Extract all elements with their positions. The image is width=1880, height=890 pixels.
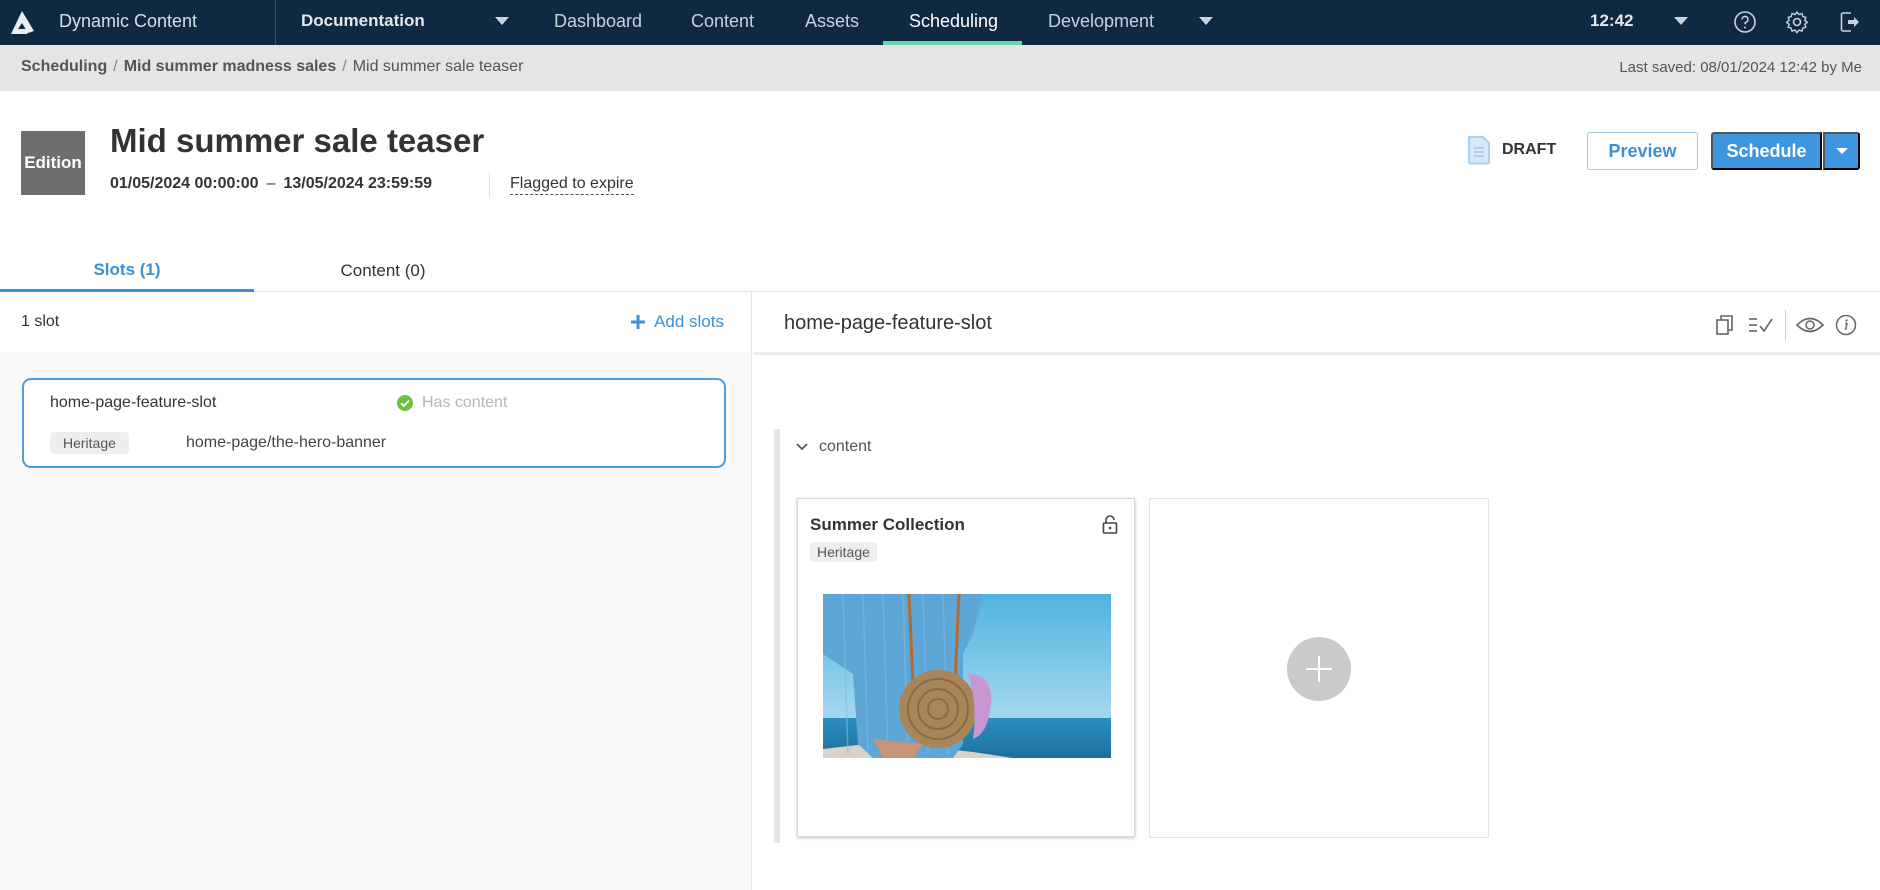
nav-more-chevron-down-icon[interactable] [1199,17,1213,25]
add-content-card[interactable] [1149,498,1489,838]
edition-badge: Edition [21,131,85,195]
slot-editor-panel: home-page-feature-slot content Summer Co… [753,292,1880,890]
slot-count: 1 slot [21,313,60,330]
edition-dates: 01/05/2024 00:00:00–13/05/2024 23:59:59 [110,175,433,192]
validate-list-icon[interactable] [1743,311,1779,339]
slot-tag: Heritage [50,432,129,454]
nav-scheduling[interactable]: Scheduling [909,11,998,32]
clock-chevron-down-icon[interactable] [1674,17,1688,25]
clock[interactable]: 12:42 [1590,11,1633,31]
slots-panel-header: 1 slot Add slots [0,292,751,352]
content-card-title: Summer Collection [810,515,965,534]
slot-editor-title: home-page-feature-slot [784,312,992,334]
nav-assets[interactable]: Assets [805,11,859,32]
logout-icon[interactable] [1836,9,1862,35]
header-divider [489,173,490,197]
tab-bar: Slots (1) Content (0) [0,250,1880,292]
content-section-bar [774,429,780,843]
breadcrumb-current: Mid summer sale teaser [352,58,524,75]
nav-content[interactable]: Content [691,11,754,32]
nav-divider [275,0,276,45]
breadcrumb-event[interactable]: Mid summer madness sales [124,58,337,75]
add-content-button[interactable] [1287,637,1351,701]
slot-name: home-page-feature-slot [50,394,217,411]
toolbar-divider [1785,310,1786,340]
slot-card[interactable]: home-page-feature-slot Has content Herit… [22,378,726,468]
breadcrumb-scheduling[interactable]: Scheduling [21,58,107,75]
draft-status: DRAFT [1466,135,1556,165]
copy-icon[interactable] [1707,311,1743,339]
content-card-image [823,594,1111,758]
last-saved: Last saved: 08/01/2024 12:42 by Me [1619,59,1862,76]
slots-panel: 1 slot Add slots home-page-feature-slot … [0,292,752,890]
document-icon [1468,136,1490,165]
start-date: 01/05/2024 00:00:00 [110,175,259,192]
top-navigation: Dynamic Content Documentation Dashboard … [0,0,1880,45]
schedule-button[interactable]: Schedule [1711,132,1822,170]
breadcrumb-bar: Scheduling / Mid summer madness sales / Mid … [0,45,1880,91]
check-circle-icon [397,395,413,411]
end-date: 13/05/2024 23:59:59 [283,175,433,192]
info-icon[interactable] [1828,311,1864,339]
chevron-down-icon [796,443,808,451]
amplience-logo-icon[interactable] [8,9,36,35]
tab-slots[interactable]: Slots (1) [0,250,254,292]
slot-editor-header: home-page-feature-slot [753,292,1880,355]
preview-eye-icon[interactable] [1792,311,1828,339]
nav-development[interactable]: Development [1048,11,1154,32]
settings-gear-icon[interactable] [1784,9,1810,35]
preview-button[interactable]: Preview [1587,132,1698,170]
app-name[interactable]: Dynamic Content [59,11,197,32]
content-card-tag: Heritage [810,542,877,562]
add-slots-button[interactable]: Add slots [630,312,724,332]
plus-icon [631,315,646,329]
breadcrumb: Scheduling / Mid summer madness sales / Mid … [21,58,524,75]
content-card[interactable]: Summer Collection Heritage [797,498,1135,837]
tab-content[interactable]: Content (0) [256,250,510,292]
slot-path: home-page/the-hero-banner [186,434,387,451]
hub-selector[interactable]: Documentation [301,11,425,31]
help-icon[interactable] [1732,9,1758,35]
slot-editor-toolbar [1707,310,1864,340]
hub-chevron-down-icon[interactable] [495,17,509,25]
page-title: Mid summer sale teaser [110,122,485,159]
schedule-options-button[interactable] [1823,132,1860,170]
content-section-toggle[interactable]: content [795,438,871,456]
unlock-icon[interactable] [1102,515,1118,535]
nav-dashboard[interactable]: Dashboard [554,11,642,32]
flagged-to-expire-link[interactable]: Flagged to expire [510,175,634,195]
chevron-down-icon [1835,148,1848,154]
slot-status: Has content [396,394,507,412]
plus-icon [1306,656,1332,682]
status-label: DRAFT [1502,141,1557,158]
